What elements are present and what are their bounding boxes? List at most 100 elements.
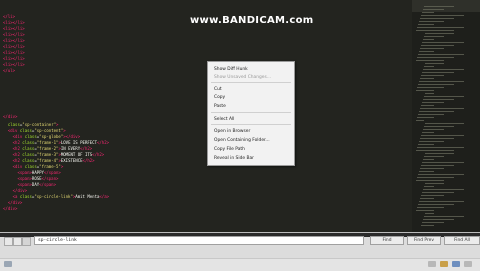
code-token: class (22, 140, 35, 145)
minimap-line (423, 9, 444, 10)
code-token: <span> (17, 176, 32, 181)
find-input[interactable]: sp-circle-link (34, 236, 364, 245)
menu-item-show-diff-hunk[interactable]: Show Diff Hunk (214, 66, 248, 73)
code-token: </h2> (80, 146, 93, 151)
menu-item-copy[interactable]: Copy (214, 94, 225, 101)
minimap-line (423, 189, 464, 190)
minimap-line (416, 180, 444, 181)
code-token: </li> (12, 50, 25, 55)
code-token: "sp-container" (22, 122, 57, 127)
minimap-line (420, 78, 434, 79)
minimap-line (421, 15, 464, 16)
minimap-line (417, 177, 454, 178)
panel-toggle-icon[interactable] (4, 261, 12, 267)
watermark-text: www.BANDICAM.com (190, 15, 314, 26)
code-token: > (63, 128, 66, 133)
folder-icon (440, 261, 448, 267)
minimap-line (417, 57, 454, 58)
minimap-line (418, 84, 454, 85)
minimap-line (416, 30, 454, 31)
minimap-line (422, 222, 444, 223)
minimap-line (421, 135, 464, 136)
code-token: ROSE (31, 176, 42, 181)
code-token: </li> (3, 14, 16, 19)
minimap-line (421, 165, 454, 166)
code-token: "frame-3" (36, 152, 59, 157)
minimap-line (425, 63, 444, 64)
code-token: </div> (3, 114, 18, 119)
minimap-line (417, 207, 444, 208)
menu-item-copy-file-path[interactable]: Copy File Path (214, 146, 245, 153)
code-token: <div (12, 164, 25, 169)
menu-item-open-containing-folder[interactable]: Open Containing Folder... (214, 137, 270, 144)
minimap-line (416, 60, 444, 61)
code-token: </li> (12, 32, 25, 37)
code-token: <li> (3, 20, 13, 25)
code-token: ></div> (63, 134, 81, 139)
code-token: <span> (17, 182, 32, 187)
menu-item-show-unsaved-changes: Show Unsaved Changes... (214, 75, 271, 80)
code-token: </li> (12, 26, 25, 31)
menu-item-open-in-browser[interactable]: Open in Browser (214, 128, 250, 135)
code-token: <h2 (12, 146, 23, 151)
minimap-line (418, 54, 464, 55)
minimap-line (423, 159, 434, 160)
code-token: IN EVERY (60, 146, 81, 151)
find-button[interactable]: Find (370, 236, 404, 245)
code-token: <li> (3, 56, 13, 61)
minimap-line (421, 45, 454, 46)
case-toggle-button[interactable] (13, 237, 22, 246)
code-token: </h2> (82, 158, 95, 163)
minimap-line (422, 102, 444, 103)
regex-toggle-button[interactable] (4, 237, 13, 246)
minimap-line (425, 213, 434, 214)
minimap-line (417, 27, 464, 28)
code-token: <li> (3, 38, 13, 43)
code-line[interactable]: </ul> (3, 68, 15, 74)
code-token: "frame-2" (36, 146, 59, 151)
code-token: class (24, 164, 37, 169)
code-token: class (7, 122, 20, 127)
minimap-line (421, 225, 434, 226)
find-prev-button[interactable]: Find Prev (407, 236, 441, 245)
code-token: </li> (12, 62, 25, 67)
menu-item-select-all[interactable]: Select All (214, 116, 234, 123)
minimap-line (423, 69, 464, 70)
whole-word-toggle-button[interactable] (22, 237, 31, 246)
code-token: </h2> (92, 152, 105, 157)
code-token: </li> (12, 44, 25, 49)
code-token: </span> (43, 170, 61, 175)
minimap[interactable] (412, 0, 480, 232)
code-token: </div> (12, 188, 28, 193)
minimap-line (416, 90, 434, 91)
menu-item-reveal-in-side-bar[interactable]: Reveal in Side Bar (214, 155, 254, 162)
code-token: LOVE IS PERFECT (60, 140, 97, 145)
menu-separator (211, 124, 291, 125)
code-token: EXISTENCE (60, 158, 83, 163)
minimap-line (425, 183, 444, 184)
minimap-line (420, 138, 454, 139)
minimap-line (419, 171, 434, 172)
find-all-button[interactable]: Find All (444, 236, 480, 245)
code-token: "frame-1" (36, 140, 59, 145)
tray-icon (428, 261, 436, 267)
code-token: <a (12, 194, 20, 199)
code-line[interactable]: </div> (3, 114, 17, 120)
minimap-line (418, 144, 434, 145)
minimap-line (424, 6, 454, 7)
code-line[interactable]: </div> (3, 206, 17, 212)
code-token: "sp-content" (34, 128, 64, 133)
code-token: Amit Menta (75, 194, 100, 199)
menu-item-paste[interactable]: Paste (214, 103, 226, 110)
minimap-line (424, 216, 464, 217)
code-token: <h2 (12, 158, 23, 163)
menu-item-cut[interactable]: Cut (214, 86, 222, 93)
code-token: <li> (3, 32, 13, 37)
code-token: <h2 (12, 152, 23, 157)
